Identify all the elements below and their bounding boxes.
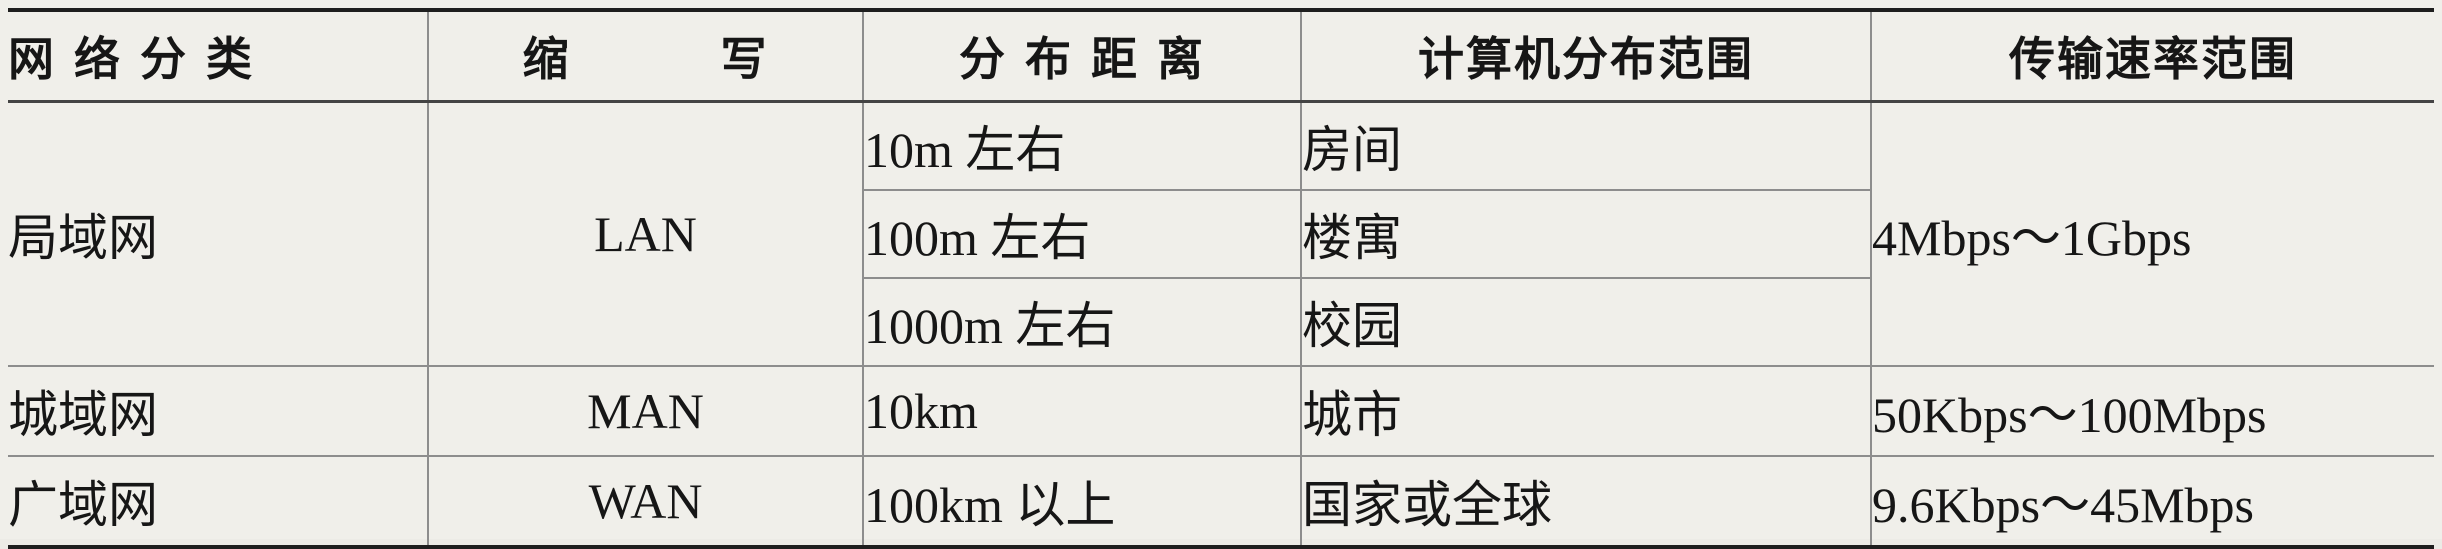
header-computer-range: 计算机分布范围 [1300,8,1872,103]
table-row-lan-1: 局域网 LAN 10m 左右 房间 4Mbps～1Gbps [8,100,2434,367]
lan-range-cell-2: 楼寓 [1300,189,1871,279]
man-abbr-cell: MAN [427,365,864,457]
header-abbreviation-left: 缩 [522,32,571,86]
wan-category-cell: 广域网 [8,455,429,549]
lan-range-cell-1: 房间 [1300,100,1872,191]
lan-range-cell-3: 校园 [1300,277,1871,367]
lan-distance-cell-3: 1000m 左右 [863,277,1302,367]
header-abbreviation-right: 写 [720,32,769,86]
lan-distance-cell-1: 10m 左右 [862,100,1302,191]
network-classification-table: 网 络 分 类 缩写 分 布 距 离 计算机分布范围 传输速率范围 局域网 LA… [8,8,2434,549]
header-network-category: 网 络 分 类 [8,8,429,103]
wan-range-cell: 国家或全球 [1300,455,1872,549]
man-rate-cell: 50Kbps～100Mbps [1870,365,2434,457]
man-range-cell: 城市 [1300,365,1872,457]
lan-category-cell: 局域网 [8,100,429,367]
lan-abbr-cell: LAN [427,100,864,367]
table-row-man: 城域网 MAN 10km 城市 50Kbps～100Mbps [8,365,2434,457]
document-page: 网 络 分 类 缩写 分 布 距 离 计算机分布范围 传输速率范围 局域网 LA… [0,0,2442,549]
wan-abbr-cell: WAN [427,455,864,549]
man-category-cell: 城域网 [8,365,429,457]
header-abbreviation: 缩写 [427,8,864,103]
wan-rate-cell: 9.6Kbps～45Mbps [1870,455,2434,549]
wan-distance-cell: 100km 以上 [862,455,1302,549]
lan-distance-cell-2: 100m 左右 [863,189,1302,279]
header-transfer-rate: 传输速率范围 [1870,8,2434,103]
header-distance: 分 布 距 离 [862,8,1302,103]
table-header-row: 网 络 分 类 缩写 分 布 距 离 计算机分布范围 传输速率范围 [8,8,2434,103]
table-row-wan: 广域网 WAN 100km 以上 国家或全球 9.6Kbps～45Mbps [8,455,2434,549]
man-distance-cell: 10km [862,365,1302,457]
lan-rate-cell: 4Mbps～1Gbps [1870,100,2434,367]
